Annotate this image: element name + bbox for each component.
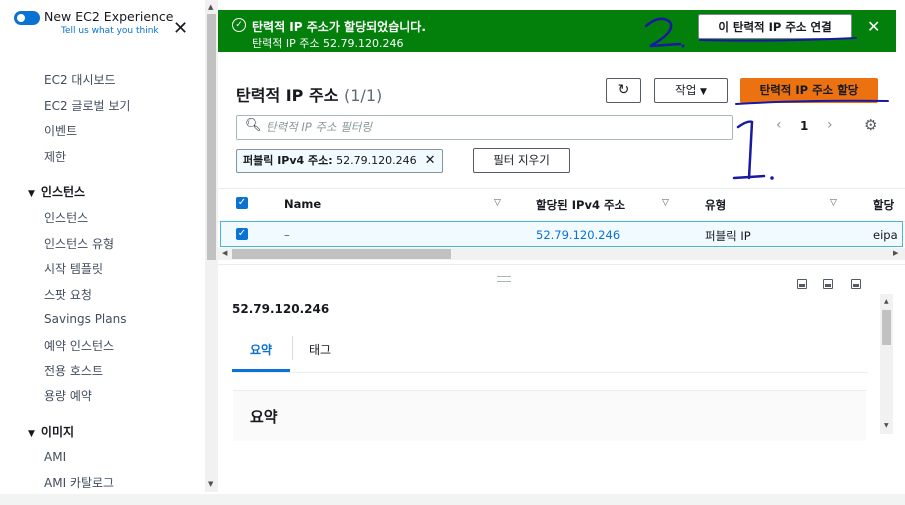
- panel-side-icon[interactable]: [823, 279, 833, 289]
- sidebar-item-reserved-instances[interactable]: 예약 인스턴스: [44, 337, 114, 354]
- gear-icon[interactable]: ⚙: [864, 116, 877, 134]
- token-value: 52.79.120.246: [336, 154, 417, 167]
- sidebar-scroll-thumb[interactable]: [207, 14, 216, 260]
- sort-icon[interactable]: ▽: [662, 198, 669, 208]
- row-checkbox[interactable]: ✓: [236, 228, 248, 240]
- active-tab-indicator: [232, 369, 290, 372]
- panel-bottom-icon[interactable]: [797, 279, 807, 289]
- sidebar-item-capacity-reservations[interactable]: 용량 예약: [44, 387, 92, 404]
- sidebar-item-spot-requests[interactable]: 스팟 요청: [44, 286, 92, 303]
- sidebar-item-instances[interactable]: 인스턴스: [44, 209, 88, 226]
- actions-dropdown[interactable]: 작업 ▼: [654, 78, 728, 103]
- tab-tags[interactable]: 태그: [309, 341, 331, 358]
- summary-heading: 요약: [250, 408, 278, 426]
- check-circle-icon: ✓: [232, 18, 246, 32]
- detail-scroll-thumb[interactable]: [882, 310, 891, 345]
- cell-ipv4-link[interactable]: 52.79.120.246: [536, 228, 620, 242]
- resize-handle-icon[interactable]: [497, 276, 511, 282]
- search-icon: 🔍︎: [245, 118, 262, 133]
- remove-token-icon[interactable]: ✕: [425, 153, 436, 168]
- sidebar-item-ami-catalog[interactable]: AMI 카탈로그: [44, 474, 114, 491]
- actions-label: 작업: [675, 83, 697, 97]
- new-experience-title: New EC2 Experience: [44, 9, 174, 24]
- next-page-icon[interactable]: ›: [827, 117, 833, 133]
- section-label: 이미지: [40, 425, 75, 439]
- token-key: 퍼블릭 IPv4 주소:: [243, 154, 333, 167]
- filter-placeholder: 탄력적 IP 주소 필터링: [266, 120, 372, 134]
- tab-summary[interactable]: 요약: [250, 341, 272, 358]
- scroll-down-icon[interactable]: ▼: [208, 480, 213, 488]
- sidebar-item-instance-types[interactable]: 인스턴스 유형: [44, 235, 114, 252]
- scroll-up-icon[interactable]: ▲: [208, 3, 213, 11]
- page-title: 탄력적 IP 주소 (1/1): [236, 82, 382, 106]
- sidebar-item-dashboard[interactable]: EC2 대시보드: [44, 71, 116, 88]
- sidebar-item-limits[interactable]: 제한: [44, 148, 66, 165]
- scroll-right-icon[interactable]: ▶: [893, 249, 898, 257]
- annotation-dot-one: [770, 176, 774, 180]
- refresh-button[interactable]: ↻: [606, 78, 641, 103]
- column-header-ipv4[interactable]: 할당된 IPv4 주소: [536, 197, 625, 213]
- sidebar-section-instances[interactable]: ▼ 인스턴스: [28, 183, 85, 200]
- close-icon[interactable]: ✕: [867, 17, 880, 36]
- sidebar-item-global-view[interactable]: EC2 글로벌 보기: [44, 97, 130, 114]
- sidebar-item-events[interactable]: 이벤트: [44, 122, 77, 139]
- column-header-type[interactable]: 유형: [705, 197, 726, 213]
- sidebar-section-images[interactable]: ▼ 이미지: [28, 423, 74, 440]
- tabs-divider: [232, 372, 868, 373]
- summary-container: [233, 390, 866, 441]
- horizontal-scroll-thumb[interactable]: [232, 249, 451, 259]
- sort-icon[interactable]: ▽: [494, 198, 501, 208]
- close-sidebar-icon[interactable]: ✕: [173, 20, 188, 38]
- select-all-checkbox[interactable]: ✓: [236, 197, 248, 209]
- clear-filters-button[interactable]: 필터 지우기: [473, 148, 570, 173]
- cell-name: –: [284, 228, 290, 242]
- prev-page-icon[interactable]: ‹: [776, 117, 782, 133]
- sidebar-item-ami[interactable]: AMI: [44, 450, 66, 464]
- column-header-name[interactable]: Name: [284, 197, 321, 211]
- scroll-down-icon[interactable]: ▼: [884, 422, 889, 429]
- sidebar-item-dedicated-hosts[interactable]: 전용 호스트: [44, 362, 103, 379]
- caret-down-icon: ▼: [28, 429, 35, 439]
- flash-message: 탄력적 IP 주소 52.79.120.246: [252, 37, 404, 50]
- caret-down-icon: ▼: [699, 87, 707, 97]
- selection-count: (1/1): [344, 86, 383, 105]
- scroll-up-icon[interactable]: ▲: [884, 298, 889, 305]
- column-header-allocation[interactable]: 할당: [873, 197, 905, 213]
- scroll-left-icon[interactable]: ◀: [222, 249, 227, 257]
- footer-bar: [0, 494, 905, 505]
- title-text: 탄력적 IP 주소: [236, 86, 339, 105]
- sidebar-item-launch-templates[interactable]: 시작 템플릿: [44, 260, 103, 277]
- feedback-link[interactable]: Tell us what you think: [61, 26, 159, 36]
- cell-type: 퍼블릭 IP: [705, 229, 751, 243]
- split-panel-divider: [218, 264, 905, 265]
- sort-icon[interactable]: ▽: [830, 198, 837, 208]
- page-number[interactable]: 1: [800, 119, 808, 133]
- cell-allocation: eipa: [873, 228, 898, 242]
- filter-token[interactable]: 퍼블릭 IPv4 주소: 52.79.120.246 ✕: [236, 149, 443, 173]
- sidebar-item-savings-plans[interactable]: Savings Plans: [44, 312, 126, 326]
- new-experience-toggle[interactable]: [14, 11, 40, 25]
- refresh-icon: ↻: [617, 82, 630, 98]
- section-label: 인스턴스: [40, 185, 86, 199]
- annotation-number-one: [732, 120, 766, 180]
- allocate-eip-button[interactable]: 탄력적 IP 주소 할당: [740, 78, 878, 103]
- flash-title: 탄력적 IP 주소가 할당되었습니다.: [252, 20, 426, 34]
- associate-eip-button[interactable]: 이 탄력적 IP 주소 연결: [698, 14, 852, 39]
- caret-down-icon: ▼: [28, 189, 35, 199]
- panel-full-icon[interactable]: [851, 279, 861, 289]
- detail-title: 52.79.120.246: [232, 302, 330, 316]
- tab-separator: [292, 336, 293, 360]
